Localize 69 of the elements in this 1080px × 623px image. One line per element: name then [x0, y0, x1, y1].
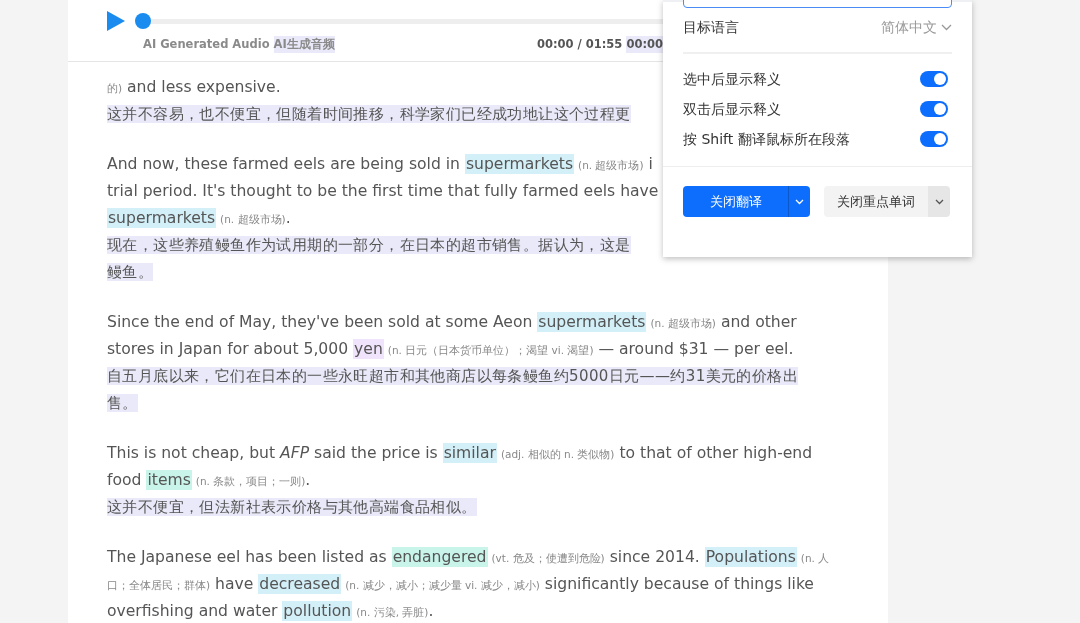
progress-thumb[interactable]: [135, 12, 151, 29]
article-text: significantly because of things like: [543, 575, 814, 593]
highlighted-word[interactable]: supermarkets: [464, 154, 575, 174]
audio-label-translation: AI生成音频: [273, 36, 335, 54]
article-text: to that of other high-end: [618, 444, 813, 462]
chevron-down-icon: [795, 198, 804, 205]
highlighted-word[interactable]: items: [146, 470, 192, 490]
article-text: and other: [719, 313, 797, 331]
article-text: — around $31 — per eel.: [597, 340, 794, 358]
article-text: .: [428, 602, 434, 620]
article-text: .: [285, 209, 291, 227]
word-gloss: (n. 超级市场): [578, 159, 644, 171]
article-text: stores in Japan for about 5,000: [107, 340, 350, 358]
highlighted-word[interactable]: supermarkets: [107, 208, 217, 228]
word-gloss: (n. 条款，项目；一则): [195, 475, 306, 487]
close-keywords-button[interactable]: 关闭重点单词: [824, 186, 928, 217]
time-display: 00:00 / 01:55: [536, 36, 623, 53]
translation-text: 现在，这些养殖鳗鱼作为试用期的一部分，在日本的超市销售。据认为，这是: [107, 236, 631, 254]
toggle-switch[interactable]: [920, 71, 948, 87]
dropdown-toggle-button[interactable]: [928, 186, 950, 217]
article-text: have: [214, 575, 255, 593]
article-text: trial period. It's thought to be the first time that fully farmed eels have: [107, 182, 659, 200]
highlighted-word[interactable]: pollution: [282, 601, 353, 621]
language-label: 目标语言: [683, 17, 739, 37]
article-text: This is not cheap, but: [107, 444, 277, 462]
article-text: food: [107, 471, 143, 489]
time-translation: 00:00: [626, 36, 663, 54]
word-gloss: (n. 日元（日本货币单位）；渴望 vi. 渴望): [387, 344, 594, 356]
toggle-label: 选中后显示释义: [683, 69, 781, 89]
highlighted-word[interactable]: endangered: [391, 547, 488, 567]
article-text: said the price is: [313, 444, 439, 462]
translation-text: 这并不便宜，但法新社表示价格与其他高端食品相似。: [107, 498, 477, 516]
chevron-down-icon: [934, 198, 944, 205]
word-gloss: 口；全体居民；群体): [107, 579, 211, 591]
word-gloss: (adj. 相似的 n. 类似物): [500, 448, 615, 460]
word-gloss: (n. 超级市场): [650, 317, 716, 329]
article-text: AFP: [280, 444, 310, 462]
highlighted-word[interactable]: Populations: [704, 547, 797, 567]
article-text: And now, these farmed eels are being sold in: [107, 155, 461, 173]
toggle-label: 双击后显示释义: [683, 99, 781, 119]
word-gloss: (n. 人: [800, 552, 830, 564]
article-text: overfishing and water: [107, 602, 279, 620]
highlighted-word[interactable]: decreased: [258, 574, 342, 594]
word-gloss: (vt. 危及；使遭到危险): [491, 552, 605, 564]
article-text: .: [305, 471, 311, 489]
dropdown-toggle-button[interactable]: [788, 186, 810, 217]
article-text: since 2014.: [608, 548, 701, 566]
word-gloss: 的): [107, 82, 123, 94]
highlighted-word[interactable]: supermarkets: [537, 312, 647, 332]
translation-text: 鳗鱼。: [107, 263, 154, 281]
play-icon[interactable]: [107, 11, 125, 31]
word-gloss: (n. 超级市场): [220, 213, 286, 225]
translation-text: 售。: [107, 394, 138, 412]
highlighted-word[interactable]: similar: [442, 443, 497, 463]
chevron-down-icon: [941, 23, 952, 31]
article-text: Since the end of May, they've been sold at some Aeon: [107, 313, 534, 331]
toggle-label: 按 Shift 翻译鼠标所在段落: [683, 129, 850, 149]
highlighted-word[interactable]: yen: [353, 339, 384, 359]
article-text: and less expensive.: [126, 78, 281, 96]
article-text: i: [647, 155, 653, 173]
article-text: The Japanese eel has been listed as: [107, 548, 388, 566]
toggle-switch[interactable]: [920, 131, 948, 147]
translation-text: 这并不容易，也不便宜，但随着时间推移，科学家们已经成功地让这个过程更: [107, 105, 631, 123]
audio-label: AI Generated Audio: [143, 36, 270, 53]
translation-text: 自五月底以来，它们在日本的一些永旺超市和其他商店以每条鳗鱼约5000日元——约31美元的价格出: [107, 367, 799, 385]
word-gloss: (n. 污染, 弄脏): [356, 606, 429, 618]
close-translation-button[interactable]: 关闭翻译: [683, 186, 788, 217]
word-gloss: (n. 减少，减小；减少量 vi. 减少，减小): [345, 579, 540, 591]
toggle-switch[interactable]: [920, 101, 948, 117]
